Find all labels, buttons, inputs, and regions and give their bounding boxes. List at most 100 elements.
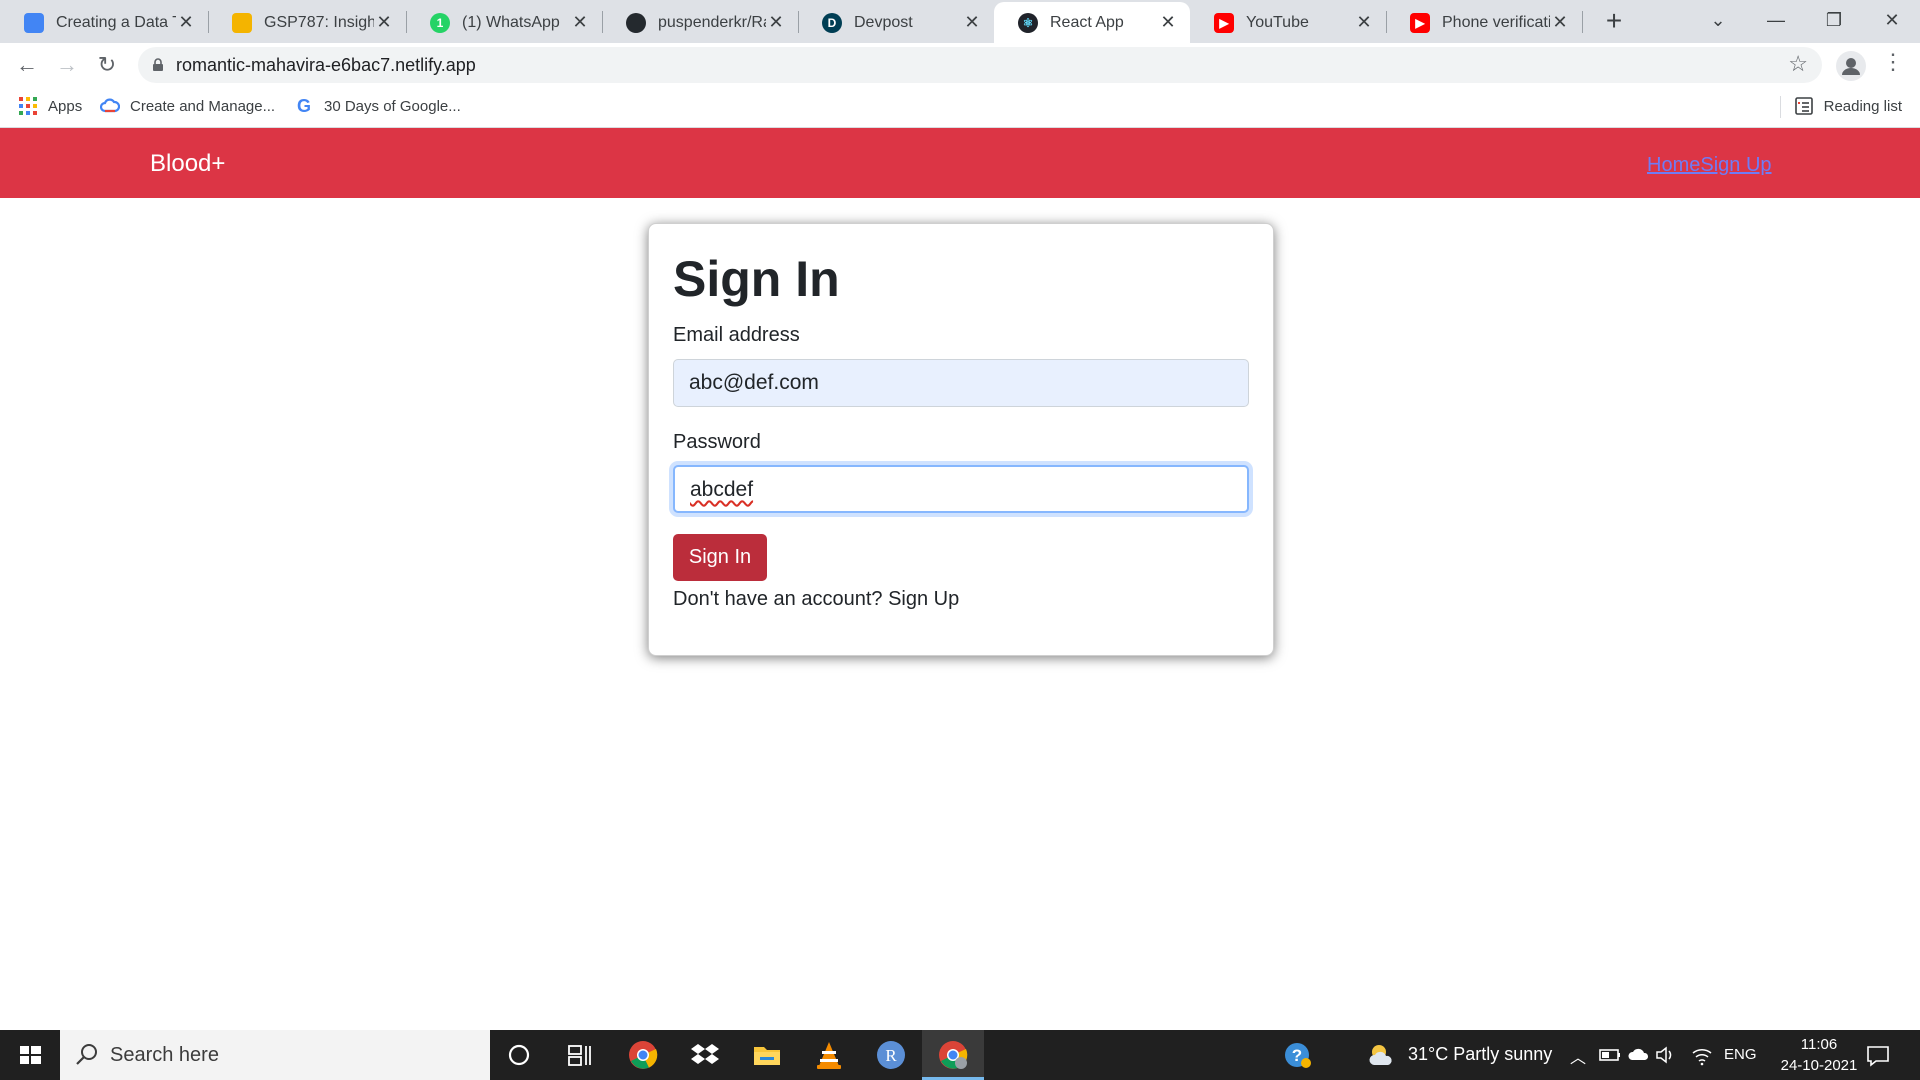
wifi-icon[interactable] bbox=[1690, 1039, 1714, 1071]
signup-prompt[interactable]: Don't have an account? Sign Up bbox=[673, 588, 959, 611]
tab-search-chevron-icon[interactable]: ⌄ bbox=[1690, 0, 1746, 40]
apps-grid-icon bbox=[19, 97, 37, 115]
react-icon: ⚛ bbox=[1018, 12, 1038, 33]
language-indicator[interactable]: ENG bbox=[1724, 1046, 1757, 1063]
browser-tab[interactable]: GSP787: Insights f ✕ bbox=[208, 2, 406, 43]
bookmark-star-icon[interactable]: ☆ bbox=[1788, 51, 1808, 77]
chrome-icon[interactable] bbox=[627, 1039, 659, 1071]
profile-avatar[interactable] bbox=[1836, 51, 1866, 81]
close-icon[interactable]: ✕ bbox=[1158, 12, 1178, 33]
search-placeholder: Search here bbox=[110, 1044, 219, 1066]
tab-title: YouTube bbox=[1246, 13, 1309, 31]
active-chrome-taskbar-item[interactable] bbox=[922, 1030, 984, 1080]
url-text: romantic-mahavira-e6bac7.netlify.app bbox=[176, 55, 476, 75]
close-icon[interactable]: ✕ bbox=[570, 12, 590, 33]
qwiklabs-icon bbox=[232, 12, 252, 33]
onedrive-cloud-icon[interactable] bbox=[1627, 1039, 1651, 1071]
browser-tab[interactable]: Creating a Data Tr ✕ bbox=[0, 2, 208, 43]
start-button[interactable] bbox=[0, 1030, 60, 1080]
youtube-icon: ▶ bbox=[1410, 12, 1430, 33]
browser-tab[interactable]: ▶ YouTube ✕ bbox=[1190, 2, 1386, 43]
address-bar[interactable]: romantic-mahavira-e6bac7.netlify.app ☆ bbox=[138, 47, 1822, 83]
browser-toolbar: ← → ↻ romantic-mahavira-e6bac7.netlify.a… bbox=[0, 43, 1920, 88]
bookmark-create-and-manage[interactable]: Create and Manage... bbox=[100, 96, 275, 116]
svg-text:?: ? bbox=[1292, 1046, 1302, 1065]
nav-home-link[interactable]: Home bbox=[1647, 154, 1700, 176]
close-icon[interactable]: ✕ bbox=[374, 12, 394, 33]
nav-signup-link[interactable]: Sign Up bbox=[1700, 154, 1771, 176]
close-icon[interactable]: ✕ bbox=[766, 12, 786, 33]
volume-icon[interactable] bbox=[1654, 1039, 1678, 1071]
new-tab-button[interactable]: + bbox=[1598, 6, 1630, 38]
close-window-button[interactable]: ✕ bbox=[1864, 0, 1920, 40]
close-icon[interactable]: ✕ bbox=[962, 12, 982, 33]
svg-text:R: R bbox=[885, 1046, 897, 1065]
task-view-icon[interactable] bbox=[564, 1039, 596, 1071]
browser-tab[interactable]: puspenderkr/Rak ✕ bbox=[602, 2, 798, 43]
password-value: abcdef bbox=[690, 478, 754, 501]
whatsapp-icon: 1 bbox=[430, 12, 450, 33]
browser-tab[interactable]: 1 (1) WhatsApp ✕ bbox=[406, 2, 602, 43]
show-hidden-icons-chevron-icon[interactable]: ︿ bbox=[1570, 1044, 1586, 1068]
close-icon[interactable]: ✕ bbox=[176, 12, 196, 33]
tab-strip: Creating a Data Tr ✕ GSP787: Insights f … bbox=[0, 0, 1920, 43]
partly-sunny-icon[interactable] bbox=[1366, 1039, 1398, 1071]
nav-links: HomeSign Up bbox=[1647, 154, 1772, 177]
browser-tab[interactable]: D Devpost ✕ bbox=[798, 2, 994, 43]
battery-icon[interactable] bbox=[1598, 1039, 1622, 1071]
tab-title: (1) WhatsApp bbox=[462, 13, 560, 31]
signin-card: Sign In Email address abc@def.com Passwo… bbox=[648, 223, 1274, 656]
windows-taskbar: Search here R ? 31°C Partly sunny ︿ ENG … bbox=[0, 1030, 1920, 1080]
bookmarks-bar: Apps Create and Manage... G 30 Days of G… bbox=[0, 88, 1920, 128]
search-icon bbox=[76, 1044, 97, 1065]
file-explorer-icon[interactable] bbox=[751, 1039, 783, 1071]
tab-title: React App bbox=[1050, 13, 1124, 31]
bookmark-label: Apps bbox=[48, 97, 83, 115]
reading-list-icon bbox=[1794, 97, 1813, 115]
minimize-button[interactable]: — bbox=[1748, 0, 1804, 40]
weather-text[interactable]: 31°C Partly sunny bbox=[1408, 1044, 1552, 1065]
page-title: Sign In bbox=[673, 251, 840, 307]
taskbar-search[interactable]: Search here bbox=[60, 1030, 490, 1080]
chrome-profile-icon bbox=[939, 1041, 968, 1069]
more-menu-icon[interactable]: ⋮ bbox=[1882, 49, 1904, 75]
password-field[interactable]: abcdef bbox=[673, 465, 1249, 513]
close-icon[interactable]: ✕ bbox=[1550, 12, 1570, 33]
clock-date: 24-10-2021 bbox=[1780, 1057, 1858, 1074]
cortana-icon[interactable] bbox=[503, 1039, 535, 1071]
dropbox-icon[interactable] bbox=[689, 1039, 721, 1071]
clock[interactable]: 11:06 24-10-2021 bbox=[1764, 1034, 1874, 1076]
reading-list-button[interactable]: Reading list bbox=[1794, 96, 1902, 116]
vlc-icon[interactable] bbox=[813, 1039, 845, 1071]
app-navbar: Blood+ HomeSign Up bbox=[0, 128, 1920, 198]
signin-button[interactable]: Sign In bbox=[673, 534, 767, 581]
r-app-icon[interactable]: R bbox=[875, 1039, 907, 1071]
youtube-icon: ▶ bbox=[1214, 12, 1234, 33]
reading-list-label: Reading list bbox=[1823, 97, 1902, 115]
close-icon[interactable]: ✕ bbox=[1354, 12, 1374, 33]
bookmark-label: Create and Manage... bbox=[130, 97, 276, 115]
tab-title: GSP787: Insights f bbox=[264, 13, 374, 31]
notifications-icon[interactable] bbox=[1864, 1039, 1892, 1071]
tab-title: Creating a Data Tr bbox=[56, 13, 176, 31]
brand-logo[interactable]: Blood+ bbox=[150, 150, 225, 178]
tab-title: Phone verificatio bbox=[1442, 13, 1550, 31]
email-field[interactable]: abc@def.com bbox=[673, 359, 1249, 407]
bookmark-30-days-of-google[interactable]: G 30 Days of Google... bbox=[294, 96, 461, 116]
browser-tab-active[interactable]: ⚛ React App ✕ bbox=[994, 2, 1190, 43]
github-icon bbox=[626, 12, 646, 33]
browser-tab[interactable]: ▶ Phone verificatio ✕ bbox=[1386, 2, 1582, 43]
help-icon[interactable]: ? bbox=[1282, 1039, 1314, 1071]
person-icon bbox=[1842, 58, 1860, 75]
google-cloud-icon bbox=[100, 98, 120, 113]
forward-arrow-icon[interactable]: → bbox=[51, 49, 83, 81]
tab-divider bbox=[1582, 11, 1583, 33]
clock-time: 11:06 bbox=[1800, 1036, 1838, 1053]
reload-icon[interactable]: ↻ bbox=[91, 49, 123, 81]
tab-title: puspenderkr/Rak bbox=[658, 13, 766, 31]
google-cloud-icon bbox=[24, 12, 44, 33]
google-g-icon: G bbox=[296, 96, 311, 116]
bookmark-apps[interactable]: Apps bbox=[18, 96, 82, 116]
back-arrow-icon[interactable]: ← bbox=[11, 49, 43, 81]
restore-button[interactable]: ❐ bbox=[1806, 0, 1862, 40]
